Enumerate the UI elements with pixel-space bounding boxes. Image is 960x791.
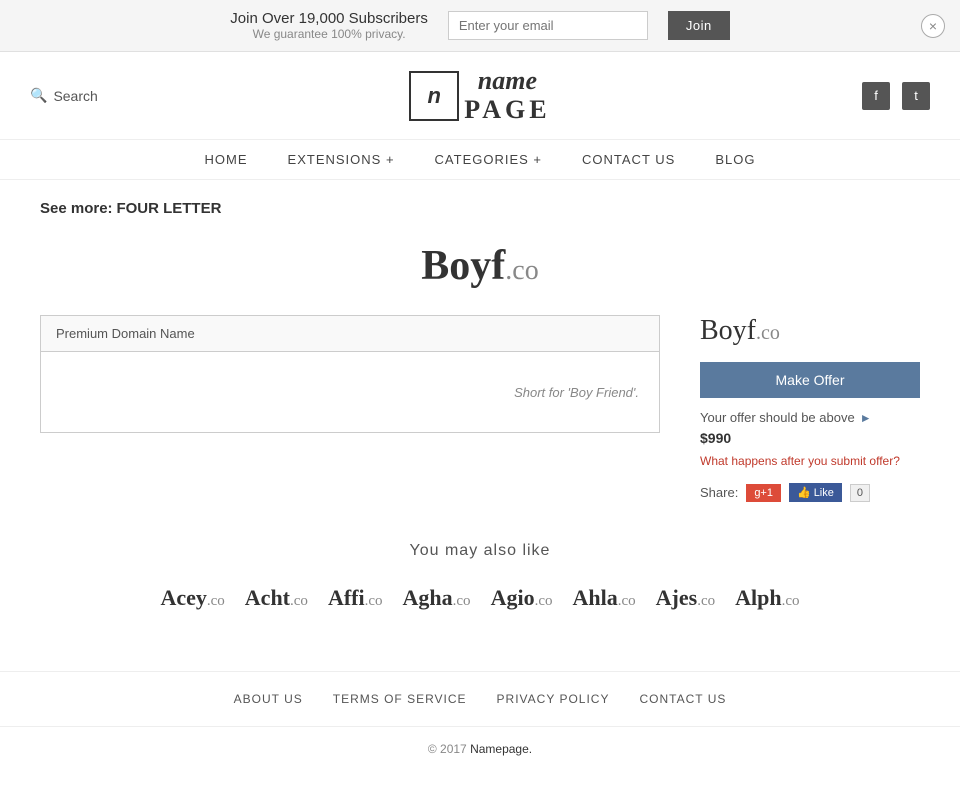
banner-close-button[interactable]: × xyxy=(921,14,945,38)
domain-item-name: Agha xyxy=(403,585,453,610)
also-like-section: You may also like Acey.coAcht.coAffi.coA… xyxy=(40,542,920,611)
offer-tld-part: .co xyxy=(756,322,780,344)
share-label: Share: xyxy=(700,485,738,500)
domain-item-name: Ajes xyxy=(656,585,698,610)
banner-sub-text: We guarantee 100% privacy. xyxy=(230,27,428,41)
offer-name-part: Boyf xyxy=(700,315,756,346)
copyright-year: © 2017 xyxy=(428,742,467,756)
also-like-title: You may also like xyxy=(40,542,920,560)
footer-brand-link[interactable]: Namepage. xyxy=(470,742,532,756)
domain-item-name: Agio xyxy=(491,585,535,610)
domain-item-name: Acey xyxy=(160,585,206,610)
what-happens-link[interactable]: What happens after you submit offer? xyxy=(700,454,920,468)
see-more: See more: FOUR LETTER xyxy=(40,200,920,217)
domain-list-item[interactable]: Acey.co xyxy=(160,585,224,611)
banner-join-button[interactable]: Join xyxy=(668,11,730,40)
domain-card-header: Premium Domain Name xyxy=(41,316,659,352)
domain-list-item[interactable]: Affi.co xyxy=(328,585,383,611)
header: 🔍 Search n name PAGE f t xyxy=(0,52,960,140)
search-icon: 🔍 xyxy=(30,87,47,104)
domain-card-body: Short for 'Boy Friend'. xyxy=(41,352,659,432)
domain-item-tld: .co xyxy=(618,593,636,609)
domain-list-item[interactable]: Agio.co xyxy=(491,585,553,611)
domain-item-tld: .co xyxy=(453,593,471,609)
domain-item-name: Affi xyxy=(328,585,365,610)
see-more-text: FOUR LETTER xyxy=(116,200,221,217)
domain-item-name: Alph xyxy=(735,585,781,610)
logo-name-word: name xyxy=(464,67,550,96)
domain-item-tld: .co xyxy=(207,593,225,609)
banner-main-text: Join Over 19,000 Subscribers xyxy=(230,10,428,27)
footer-nav-link[interactable]: ABOUT US xyxy=(234,692,303,706)
top-banner: Join Over 19,000 Subscribers We guarante… xyxy=(0,0,960,52)
nav-blog[interactable]: BLOG xyxy=(715,152,755,167)
share-row: Share: g+1 👍 Like 0 xyxy=(700,483,920,502)
domain-title-display: Boyf.co xyxy=(40,242,920,290)
search-link[interactable]: 🔍 Search xyxy=(30,87,98,104)
nav-contact[interactable]: CONTACT US xyxy=(582,152,675,167)
offer-price-amount: $990 xyxy=(700,430,920,446)
footer-nav-link[interactable]: TERMS OF SERVICE xyxy=(333,692,467,706)
offer-section: Boyf.co Make Offer Your offer should be … xyxy=(700,315,920,502)
fb-thumb-icon: 👍 xyxy=(797,486,811,499)
footer-nav-link[interactable]: PRIVACY POLICY xyxy=(497,692,610,706)
domain-item-tld: .co xyxy=(365,593,383,609)
domain-list-item[interactable]: Agha.co xyxy=(403,585,471,611)
twitter-icon[interactable]: t xyxy=(902,82,930,110)
make-offer-button[interactable]: Make Offer xyxy=(700,362,920,398)
nav-categories[interactable]: CATEGORIES + xyxy=(435,152,542,167)
facebook-icon[interactable]: f xyxy=(862,82,890,110)
footer: ABOUT US TERMS OF SERVICE PRIVACY POLICY CO… xyxy=(0,671,960,771)
search-label: Search xyxy=(53,88,97,104)
domain-description: Short for 'Boy Friend'. xyxy=(514,385,639,400)
banner-text: Join Over 19,000 Subscribers We guarante… xyxy=(230,10,428,41)
social-links: f t xyxy=(862,82,930,110)
nav-home[interactable]: HOME xyxy=(205,152,248,167)
domain-list-item[interactable]: Ahla.co xyxy=(572,585,635,611)
domain-item-tld: .co xyxy=(782,593,800,609)
footer-nav: ABOUT US TERMS OF SERVICE PRIVACY POLICY CO… xyxy=(0,672,960,727)
fb-like-label: Like xyxy=(814,487,834,499)
domain-section: Premium Domain Name Short for 'Boy Frien… xyxy=(40,315,920,502)
logo-page-word: PAGE xyxy=(464,96,550,125)
facebook-like-button[interactable]: 👍 Like xyxy=(789,483,842,502)
offer-arrow-icon: ► xyxy=(860,411,872,425)
domain-item-tld: .co xyxy=(290,593,308,609)
offer-domain-name: Boyf.co xyxy=(700,315,920,347)
domain-list-item[interactable]: Alph.co xyxy=(735,585,799,611)
facebook-count: 0 xyxy=(850,484,870,502)
offer-price-row: Your offer should be above ► xyxy=(700,410,920,425)
main-content: See more: FOUR LETTER Boyf.co Premium Do… xyxy=(0,180,960,671)
footer-copyright: © 2017 Namepage. xyxy=(0,727,960,771)
domain-item-name: Ahla xyxy=(572,585,617,610)
domain-list-item[interactable]: Acht.co xyxy=(245,585,308,611)
domain-card: Premium Domain Name Short for 'Boy Frien… xyxy=(40,315,660,433)
banner-email-input[interactable] xyxy=(448,11,648,40)
gplus-label: g+1 xyxy=(754,487,773,499)
domain-tld-part: .co xyxy=(505,255,538,286)
logo[interactable]: n name PAGE xyxy=(409,67,550,124)
footer-nav-link[interactable]: CONTACT US xyxy=(639,692,726,706)
domain-item-tld: .co xyxy=(697,593,715,609)
domain-list: Acey.coAcht.coAffi.coAgha.coAgio.coAhla.… xyxy=(40,585,920,611)
nav-extensions[interactable]: EXTENSIONS + xyxy=(288,152,395,167)
domain-item-name: Acht xyxy=(245,585,290,610)
domain-item-tld: .co xyxy=(535,593,553,609)
domain-title-name: Boyf.co xyxy=(421,243,538,289)
see-more-prefix: See more: xyxy=(40,200,113,217)
google-plus-button[interactable]: g+1 xyxy=(746,484,781,502)
logo-icon: n xyxy=(409,71,459,121)
main-nav: HOME EXTENSIONS + CATEGORIES + CONTACT U… xyxy=(0,140,960,180)
domain-name-part: Boyf xyxy=(421,243,505,289)
domain-list-item[interactable]: Ajes.co xyxy=(656,585,715,611)
offer-price-prefix: Your offer should be above xyxy=(700,410,855,425)
